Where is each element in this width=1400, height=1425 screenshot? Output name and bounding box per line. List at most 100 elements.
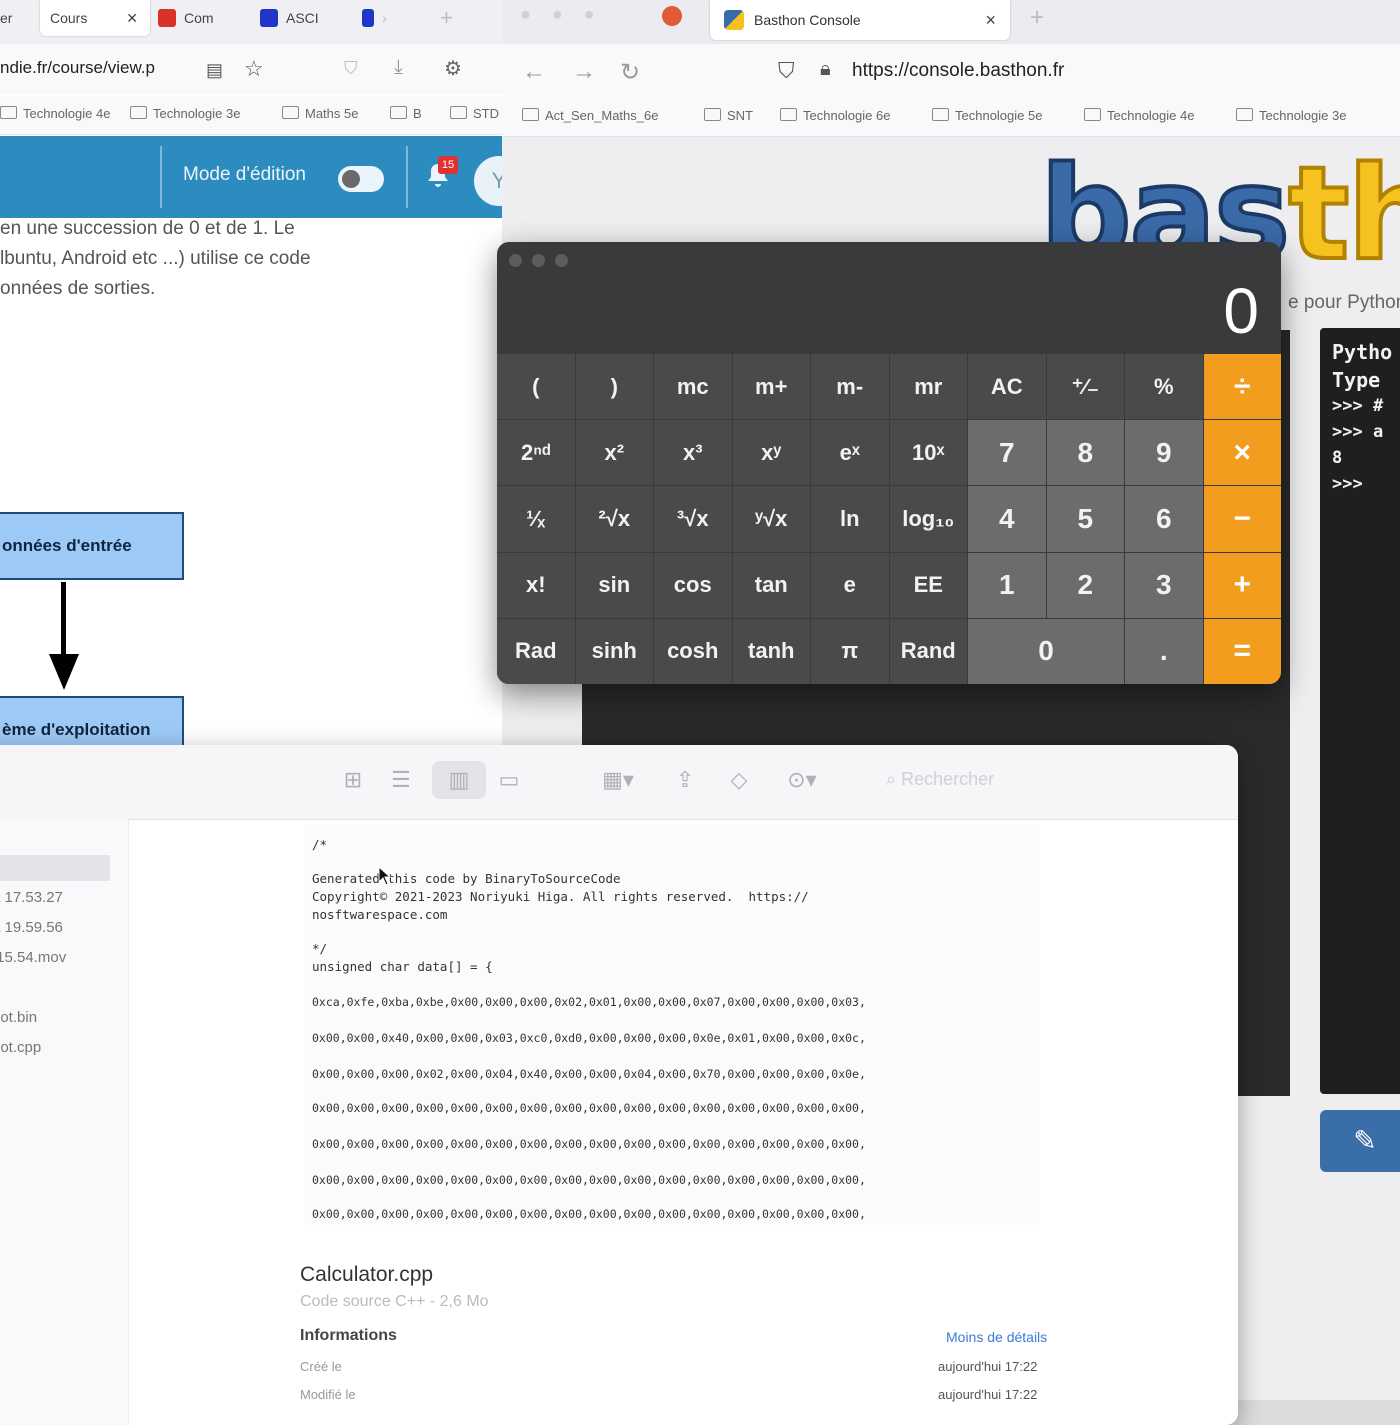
calc-key[interactable]: 2ⁿᵈ — [497, 420, 575, 485]
calc-key[interactable]: e — [811, 553, 889, 618]
bookmark-item[interactable]: STD — [450, 106, 499, 121]
icon-view-icon[interactable]: ⊞ — [340, 769, 366, 791]
calc-key[interactable]: ²√x — [576, 486, 654, 551]
bookmark-item[interactable]: Technologie 6e — [780, 108, 890, 123]
calc-key[interactable]: ⁺∕₋ — [1047, 354, 1125, 419]
tab-partial[interactable]: er — [0, 0, 12, 36]
tab-ascii[interactable]: ASCI — [260, 0, 319, 36]
calc-key[interactable]: − — [1204, 486, 1282, 551]
file-item[interactable]: not.bin — [0, 1009, 37, 1026]
tab-close-icon[interactable]: × — [985, 10, 996, 31]
calc-key[interactable]: ( — [497, 354, 575, 419]
gallery-view-icon[interactable]: ▭ — [496, 769, 522, 791]
tab-close-icon[interactable]: ✕ — [126, 10, 138, 27]
shield-icon[interactable]: ⛉ — [778, 58, 795, 84]
calc-key[interactable]: 7 — [968, 420, 1046, 485]
calc-key[interactable]: 9 — [1125, 420, 1203, 485]
reader-view-icon[interactable]: ▤ — [206, 60, 223, 81]
calc-key[interactable]: sinh — [576, 619, 654, 684]
shield-icon[interactable]: ⛉ — [344, 58, 358, 79]
calc-key[interactable]: x² — [576, 420, 654, 485]
download-icon[interactable]: ⤓ — [394, 56, 403, 79]
window-controls[interactable] — [509, 254, 578, 272]
tag-icon[interactable]: ◇ — [726, 769, 752, 791]
calc-key[interactable]: ÷ — [1204, 354, 1282, 419]
reload-icon[interactable]: ↻ — [620, 58, 640, 87]
calc-key[interactable]: x³ — [654, 420, 732, 485]
calc-key[interactable]: + — [1204, 553, 1282, 618]
less-details-link[interactable]: Moins de détails — [946, 1329, 1047, 1345]
calc-key[interactable]: cosh — [654, 619, 732, 684]
extension-icon[interactable] — [662, 6, 682, 26]
address-field[interactable]: https://console.basthon.fr — [852, 60, 1064, 82]
calc-key[interactable]: 10ˣ — [890, 420, 968, 485]
bookmark-item[interactable]: Technologie 3e — [130, 106, 240, 121]
share-icon[interactable]: ⇪ — [672, 769, 698, 791]
bookmark-item[interactable]: Technologie 4e — [0, 106, 110, 121]
tab-cours[interactable]: Cours ✕ — [40, 0, 150, 36]
edit-mode-toggle[interactable] — [338, 166, 384, 192]
tab-partial-2[interactable]: › — [362, 0, 387, 36]
file-item[interactable]: à 17.53.27 — [0, 889, 63, 906]
bookmark-item[interactable]: SNT — [704, 108, 753, 123]
clear-console-button[interactable]: ✎ — [1320, 1110, 1400, 1172]
calc-key[interactable]: eˣ — [811, 420, 889, 485]
calc-key[interactable]: × — [1204, 420, 1282, 485]
file-item[interactable]: not.cpp — [0, 1039, 41, 1056]
calc-key[interactable]: tanh — [733, 619, 811, 684]
calc-key[interactable]: . — [1125, 619, 1203, 684]
tab-basthon-console[interactable]: Basthon Console × — [710, 0, 1010, 40]
calc-key[interactable]: m- — [811, 354, 889, 419]
bookmark-item[interactable]: Act_Sen_Maths_6e — [522, 108, 658, 123]
calc-key[interactable]: 3 — [1125, 553, 1203, 618]
file-item[interactable]: à 19.59.56 — [0, 919, 63, 936]
group-icon[interactable]: ▦▾ — [596, 769, 640, 791]
calc-key[interactable]: ³√x — [654, 486, 732, 551]
calc-key[interactable]: 5 — [1047, 486, 1125, 551]
search-field[interactable]: ⌕ Rechercher — [886, 769, 994, 790]
calc-key[interactable]: Rand — [890, 619, 968, 684]
bookmark-item[interactable]: Technologie 3e — [1236, 108, 1346, 123]
calc-key[interactable]: log₁₀ — [890, 486, 968, 551]
calc-key[interactable]: mc — [654, 354, 732, 419]
bookmark-item[interactable]: Technologie 5e — [932, 108, 1042, 123]
new-tab-icon[interactable]: + — [440, 0, 453, 36]
new-tab-icon[interactable]: + — [1030, 4, 1044, 32]
address-field[interactable]: ndie.fr/course/view.p — [0, 58, 155, 78]
calc-key[interactable]: x! — [497, 553, 575, 618]
calc-key[interactable]: sin — [576, 553, 654, 618]
calc-key[interactable]: 6 — [1125, 486, 1203, 551]
list-view-icon[interactable]: ☰ — [388, 769, 414, 791]
back-icon[interactable]: ← — [522, 58, 546, 86]
calc-key[interactable]: m+ — [733, 354, 811, 419]
calc-key[interactable]: 8 — [1047, 420, 1125, 485]
calc-key[interactable]: 0 — [968, 619, 1124, 684]
calc-key[interactable]: 4 — [968, 486, 1046, 551]
calc-key[interactable]: xʸ — [733, 420, 811, 485]
calc-key[interactable]: 2 — [1047, 553, 1125, 618]
more-icon[interactable]: ⊙▾ — [780, 769, 824, 791]
calc-key[interactable]: mr — [890, 354, 968, 419]
file-item[interactable]: .15.54.mov — [0, 949, 66, 966]
calc-key[interactable]: ) — [576, 354, 654, 419]
calc-key[interactable]: π — [811, 619, 889, 684]
calc-key[interactable]: EE — [890, 553, 968, 618]
bookmark-item[interactable]: B — [390, 106, 422, 121]
bookmark-star-icon[interactable]: ☆ — [244, 56, 264, 82]
calc-key[interactable]: ʸ√x — [733, 486, 811, 551]
python-console[interactable] — [1320, 328, 1400, 1094]
bookmark-item[interactable]: Technologie 4e — [1084, 108, 1194, 123]
calc-key[interactable]: ln — [811, 486, 889, 551]
calc-key[interactable]: cos — [654, 553, 732, 618]
forward-icon[interactable]: → — [572, 58, 596, 86]
calc-key[interactable]: 1 — [968, 553, 1046, 618]
calc-key[interactable]: % — [1125, 354, 1203, 419]
calc-key[interactable]: = — [1204, 619, 1282, 684]
calc-key[interactable]: ¹∕ₓ — [497, 486, 575, 551]
bookmark-item[interactable]: Maths 5e — [282, 106, 358, 121]
calc-key[interactable]: AC — [968, 354, 1046, 419]
tab-com[interactable]: Com — [158, 0, 214, 36]
extension-icon[interactable]: ⚙ — [444, 56, 462, 81]
calc-key[interactable]: Rad — [497, 619, 575, 684]
window-controls[interactable]: ● ● ● — [520, 4, 603, 25]
